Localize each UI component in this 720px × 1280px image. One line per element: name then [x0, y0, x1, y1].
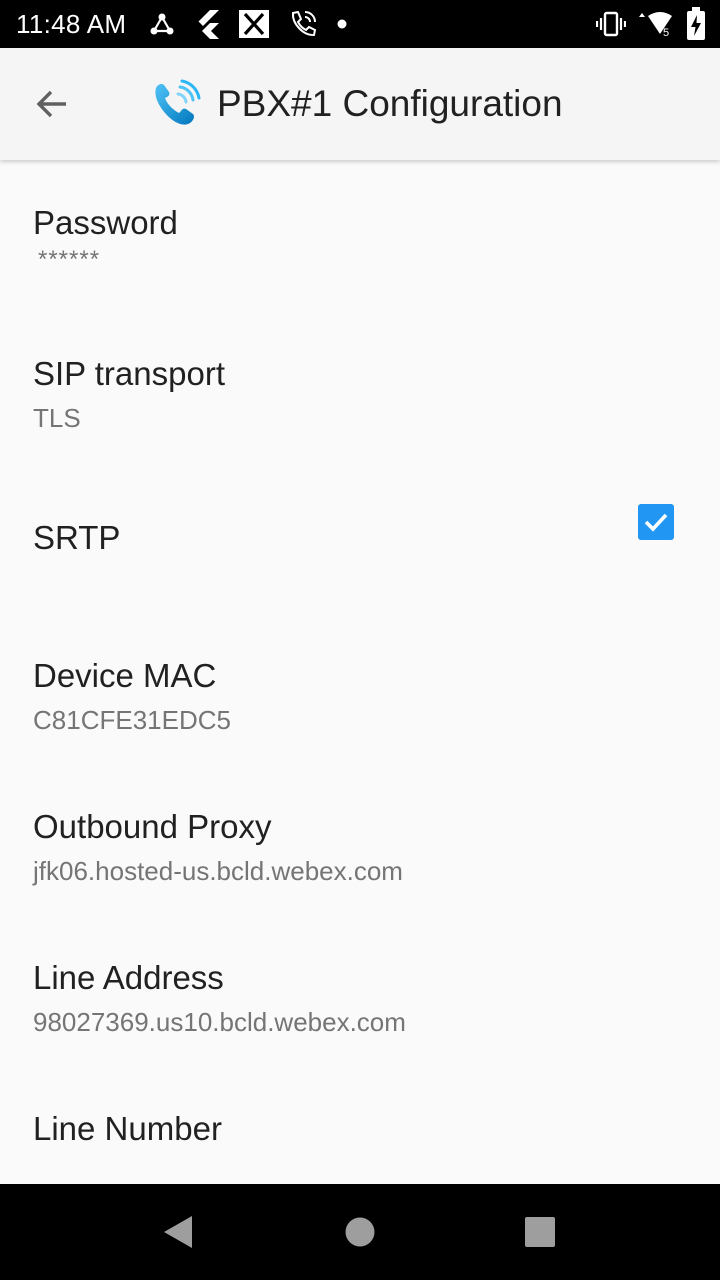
pref-line-address[interactable]: Line Address 98027369.us10.bcld.webex.co… [0, 915, 720, 1066]
dot-icon [337, 19, 347, 29]
pref-line-number[interactable]: Line Number [0, 1066, 720, 1184]
pref-summary: 98027369.us10.bcld.webex.com [33, 1007, 406, 1037]
wifi-icon: 5 [639, 12, 672, 38]
pref-summary: TLS [33, 403, 81, 433]
pref-sip-transport[interactable]: SIP transport TLS [0, 311, 720, 462]
nav-back-icon [164, 1216, 192, 1248]
pref-title: SIP transport [33, 355, 225, 392]
pref-title: Device MAC [33, 657, 217, 694]
vibrate-icon [596, 11, 626, 37]
page-title: PBX#1 Configuration [217, 83, 563, 124]
screen: 11:48 AM 5 PBX#1 Configuration Password … [0, 0, 720, 1280]
pref-summary: C81CFE31EDC5 [33, 705, 231, 735]
status-time: 11:48 AM [16, 8, 127, 39]
pref-summary: jfk06.hosted-us.bcld.webex.com [33, 856, 403, 886]
pref-title: SRTP [33, 518, 121, 556]
pref-title: Outbound Proxy [33, 808, 272, 845]
back-button[interactable] [24, 76, 80, 132]
pref-device-mac[interactable]: Device MAC C81CFE31EDC5 [0, 613, 720, 764]
srtp-checkbox[interactable] [638, 504, 674, 540]
app-bar: PBX#1 Configuration [0, 48, 720, 160]
navigation-bar [0, 1184, 720, 1280]
flutter-icon [198, 10, 220, 39]
pref-title: Line Address [33, 959, 224, 996]
nav-recents-icon [525, 1217, 555, 1247]
nav-home-icon [345, 1217, 375, 1247]
pref-srtp[interactable]: SRTP [0, 462, 720, 613]
pref-outbound-proxy[interactable]: Outbound Proxy jfk06.hosted-us.bcld.webe… [0, 764, 720, 915]
notification-icons [148, 9, 348, 39]
nav-back-button[interactable] [118, 1184, 238, 1280]
pref-summary: ****** [38, 246, 101, 273]
svg-text:5: 5 [663, 27, 669, 38]
battery-icon [687, 7, 705, 40]
phone-signal-icon [155, 79, 201, 125]
webhook-icon [150, 13, 174, 35]
pref-title: Line Number [33, 1110, 222, 1147]
nav-home-button[interactable] [300, 1184, 420, 1280]
x-box-icon [239, 10, 270, 38]
checkmark-icon [644, 513, 668, 532]
preference-list: Password ****** SIP transport TLS SRTP D… [0, 160, 720, 1184]
pref-password[interactable]: Password ****** [0, 160, 720, 311]
pref-title: Password [33, 204, 178, 241]
wifi-calling-icon [292, 10, 317, 37]
system-icons: 5 [596, 0, 706, 48]
nav-recents-button[interactable] [480, 1184, 600, 1280]
arrow-back-icon [36, 90, 66, 118]
status-bar: 11:48 AM 5 [0, 0, 720, 48]
